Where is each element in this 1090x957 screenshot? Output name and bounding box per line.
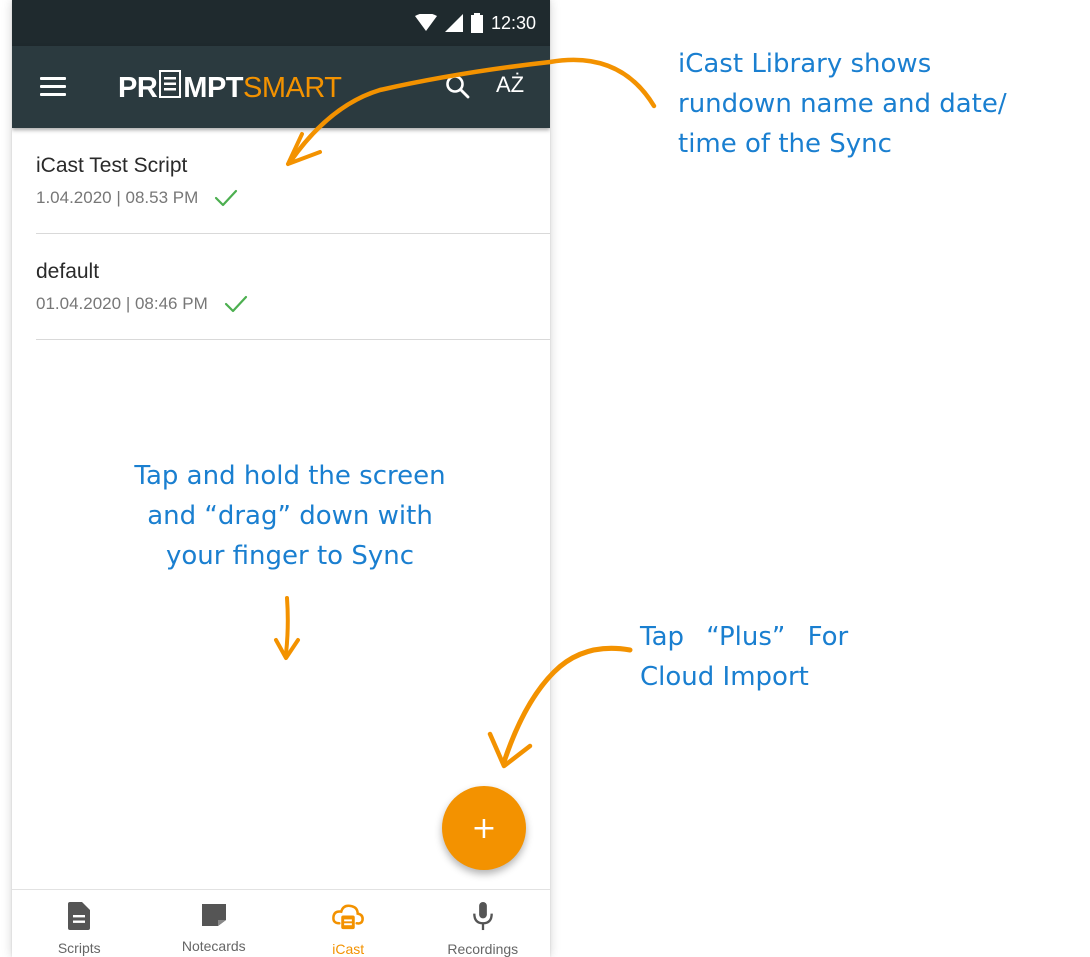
notecard-icon: [201, 904, 226, 926]
status-time: 12:30: [490, 12, 536, 33]
annotation-plus-line2: Cloud Import: [640, 662, 809, 692]
wifi-icon: [414, 14, 437, 31]
logo-text-mpt: MPT: [183, 71, 244, 104]
annotation-plus-word: Tap: [640, 622, 685, 652]
icast-cloud-icon: [332, 904, 365, 930]
document-icon: [68, 902, 91, 930]
sync-time: 08:46 PM: [134, 294, 208, 313]
nav-label-scripts: Scripts: [57, 940, 101, 956]
bottom-navigation: Scripts Notecards iCast Recordings: [12, 889, 550, 957]
annotation-arrow-sync: [274, 596, 300, 660]
rundown-title: default: [36, 260, 100, 283]
annotation-plus: Tap “Plus” For Cloud Import: [640, 617, 940, 697]
sync-datetime: 1.04.2020 | 08.53 PM: [36, 188, 238, 208]
annotation-library-line: rundown name and date/: [678, 89, 1007, 119]
rundown-title: iCast Test Script: [36, 154, 188, 177]
list-item[interactable]: default 01.04.2020 | 08:46 PM: [36, 234, 550, 340]
annotation-library: iCast Library shows rundown name and dat…: [678, 44, 1088, 164]
annotation-arrow-library: [286, 57, 657, 166]
annotation-library-line: iCast Library shows: [678, 49, 932, 79]
nav-label-recordings: Recordings: [447, 941, 519, 957]
menu-icon[interactable]: [40, 77, 66, 99]
annotation-plus-word: “Plus”: [706, 622, 786, 652]
logo-document-icon: [159, 70, 182, 106]
status-bar: 12:30: [12, 0, 550, 46]
nav-item-icast[interactable]: iCast: [281, 890, 416, 957]
sync-date: 1.04.2020: [36, 188, 112, 207]
sync-date: 01.04.2020: [36, 294, 122, 313]
annotation-arrow-plus: [487, 645, 633, 769]
datetime-separator: |: [121, 294, 135, 313]
annotation-sync-line: and “drag” down with: [147, 501, 433, 531]
annotation-sync: Tap and hold the screen and “drag” down …: [60, 456, 520, 576]
nav-item-notecards[interactable]: Notecards: [147, 890, 282, 957]
nav-label-notecards: Notecards: [181, 938, 246, 954]
synced-check-icon: [215, 189, 238, 207]
battery-icon: [470, 13, 483, 33]
logo-text-pr: PR: [118, 71, 158, 104]
datetime-separator: |: [111, 188, 126, 207]
nav-item-scripts[interactable]: Scripts: [12, 890, 147, 957]
microphone-icon: [472, 902, 493, 931]
synced-check-icon: [224, 295, 247, 313]
annotation-sync-line: your finger to Sync: [165, 541, 415, 571]
nav-label-icast: iCast: [332, 941, 365, 957]
add-cloud-import-button[interactable]: +: [442, 786, 526, 870]
annotation-library-line: time of the Sync: [678, 129, 892, 159]
nav-item-recordings[interactable]: Recordings: [416, 890, 551, 957]
sync-time: 08.53 PM: [125, 188, 199, 207]
signal-icon: [444, 14, 463, 32]
annotation-plus-line1: Tap “Plus” For: [640, 617, 940, 657]
annotation-sync-line: Tap and hold the screen: [134, 461, 446, 491]
annotation-plus-word: For: [807, 622, 849, 652]
sync-datetime: 01.04.2020 | 08:46 PM: [36, 294, 248, 314]
